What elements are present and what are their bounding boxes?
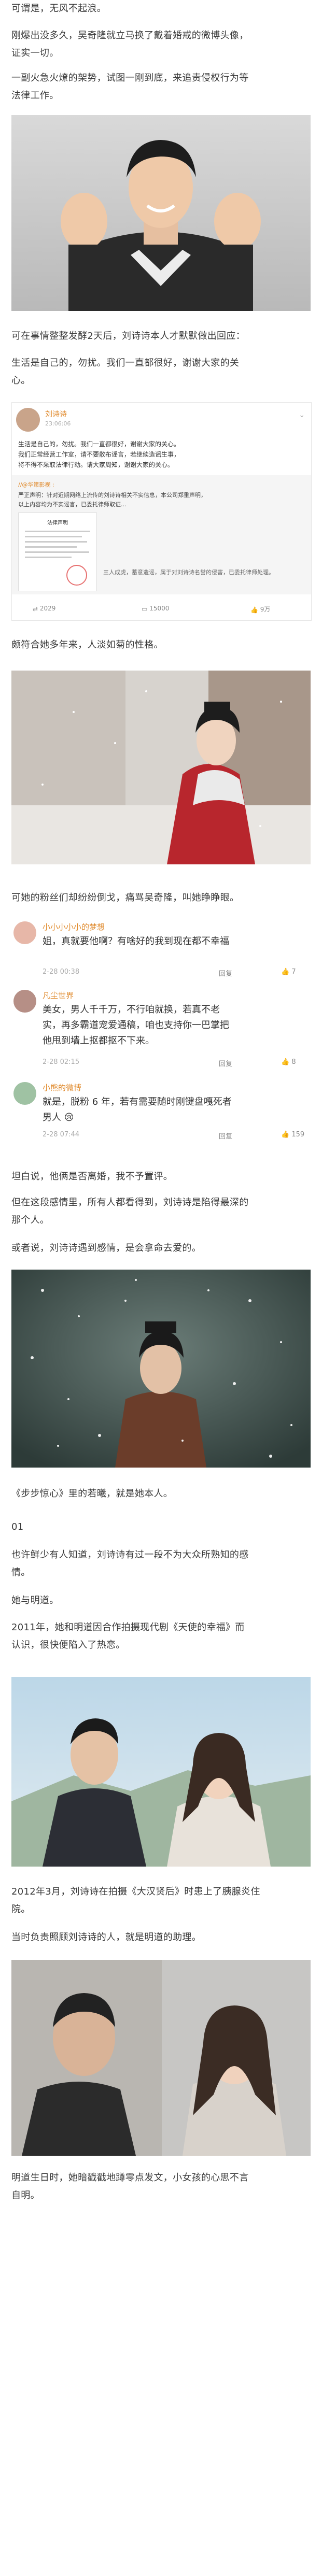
paragraph: 《步步惊心》里的若曦，就是她本人。 — [11, 1488, 173, 1499]
paragraph: 院。 — [11, 1904, 31, 1915]
thumbs-up-icon: 👍 — [281, 1131, 290, 1138]
comment-username[interactable]: 凡尘世界 — [43, 990, 74, 1001]
red-seal — [66, 565, 87, 586]
document-title: 法律声明 — [47, 520, 68, 526]
paragraph: 可她的粉丝们却纷纷倒戈，痛骂吴奇隆，叫她睁睁眼。 — [11, 892, 240, 903]
like-count: 9万 — [260, 606, 271, 613]
paragraph: 或者说，刘诗诗遇到感情，是会拿命去爱的。 — [11, 1243, 201, 1254]
reply-button[interactable]: 回复 — [219, 1131, 232, 1141]
thumbs-up-icon: 👍 — [281, 968, 290, 976]
legal-statement-document[interactable]: 法律声明 — [18, 513, 97, 591]
photo-man-celebrating — [11, 115, 311, 311]
repost-count: 2029 — [39, 605, 56, 612]
repost-more-text: 三人成虎，蓄意造谣，属于对刘诗诗名誉的侵害，已委托律师处理。 — [103, 569, 274, 576]
paragraph: 认识，很快便陷入了热恋。 — [11, 1640, 125, 1650]
paragraph: 2011年，她和明道因合作拍摄现代剧《天使的幸福》而 — [11, 1622, 245, 1633]
paragraph: 自明。 — [11, 2190, 40, 2201]
repost-author[interactable]: //@华策影视 : — [18, 480, 54, 489]
post-text-line: 生活是自己的，勿扰。我们一直都很好，谢谢大家的关心。 — [18, 440, 180, 448]
comment-item: 小熊的微博 就是，脱粉 6 年，若有需要随时刚键盘嘎死者 男人 😢 2-28 0… — [11, 1079, 311, 1151]
repost-button[interactable]: ⇄ 2029 — [33, 605, 55, 613]
paragraph: 情。 — [11, 1567, 31, 1578]
paragraph: 2012年3月，刘诗诗在拍摄《大汉贤后》时患上了胰腺炎住 — [11, 1886, 260, 1897]
photo-two-people-closeup — [11, 1960, 311, 2156]
thumbs-up-icon: 👍 — [250, 606, 258, 614]
crying-emoji-icon: 😢 — [64, 1112, 74, 1123]
reposted-content[interactable]: //@华策影视 : 严正声明：针对近期网络上流传的刘诗诗相关不实信息，本公司郑重… — [12, 475, 311, 594]
paragraph: 那个人。 — [11, 1215, 50, 1226]
repost-icon: ⇄ — [33, 605, 38, 613]
comment-item: 小小小小小的梦想 姐，真就要他啊？有啥好的我到现在都不幸福 2-28 00:38… — [11, 918, 311, 984]
comment-count: 15000 — [149, 605, 170, 612]
avatar[interactable] — [16, 408, 40, 432]
paragraph: 心。 — [11, 375, 31, 386]
comment-like-button[interactable]: 👍 8 — [281, 1058, 296, 1066]
paragraph: 法律工作。 — [11, 90, 59, 101]
weibo-post-card: 刘诗诗 23:06:06 ⌄ 生活是自己的，勿扰。我们一直都很好，谢谢大家的关心… — [11, 402, 312, 621]
repost-text: 以上内容均为不实谣言，已委托律师取证... — [18, 501, 127, 508]
comment-text: 他甩到墙上抠都抠不下来。 — [43, 1035, 155, 1046]
comment-time: 2-28 02:15 — [43, 1058, 80, 1066]
avatar[interactable] — [13, 990, 36, 1013]
comment-like-count: 8 — [291, 1058, 296, 1066]
post-text-line: 将不得不采取法律行动。请大家周知，谢谢大家的关心。 — [18, 461, 174, 468]
photo-period-drama-snow — [11, 671, 311, 864]
comment-like-count: 7 — [291, 968, 296, 976]
section-number: 01 — [11, 1521, 24, 1532]
comment-button[interactable]: ▭ 15000 — [142, 605, 169, 613]
comment-like-button[interactable]: 👍 159 — [281, 1131, 304, 1138]
paragraph: 明道生日时，她暗戳戳地蹲零点发文，小女孩的心思不言 — [11, 2172, 249, 2183]
chevron-down-icon[interactable]: ⌄ — [299, 411, 305, 419]
photo-couple-outdoor — [11, 1677, 311, 1867]
thumbs-up-icon: 👍 — [281, 1058, 290, 1066]
paragraph: 可在事情整整发酵2天后，刘诗诗本人才默默做出回应： — [11, 331, 245, 341]
comment-text: 美女，男人千千万，不行咱就换，若真不老 — [43, 1004, 220, 1015]
reply-button[interactable]: 回复 — [219, 1058, 232, 1068]
comment-like-count: 159 — [291, 1131, 305, 1138]
paragraph: 证实一切。 — [11, 48, 59, 59]
comment-username[interactable]: 小熊的微博 — [43, 1082, 81, 1093]
paragraph: 刚爆出没多久，吴奇隆就立马换了戴着婚戒的微博头像， — [11, 30, 249, 41]
comment-text: 实，再多霸道宠爱通稿，咱也支持你一巴掌把 — [43, 1020, 229, 1031]
paragraph: 坦白说，他俩是否离婚，我不予置评。 — [11, 1171, 173, 1182]
comment-text: 男人 😢 — [43, 1112, 74, 1123]
comment-time: 2-28 00:38 — [43, 968, 80, 976]
photo-woman-in-snow — [11, 1270, 311, 1468]
post-text-line: 我们正常经营工作室，请不要散布谣言，若继续造谣生事， — [18, 451, 180, 458]
post-username[interactable]: 刘诗诗 — [45, 409, 67, 419]
paragraph: 颇符合她多年来，人淡如菊的性格。 — [11, 639, 163, 650]
paragraph: 生活是自己的，勿扰。我们一直都很好，谢谢大家的关 — [11, 358, 240, 368]
comment-time: 2-28 07:44 — [43, 1131, 80, 1138]
avatar[interactable] — [13, 1082, 36, 1105]
comment-text: 姐，真就要他啊？有啥好的我到现在都不幸福 — [43, 936, 229, 947]
comment-text: 就是，脱粉 6 年，若有需要随时刚键盘嘎死者 — [43, 1097, 232, 1107]
repost-text: 严正声明：针对近期网络上流传的刘诗诗相关不实信息，本公司郑重声明， — [18, 492, 206, 499]
avatar[interactable] — [13, 921, 36, 944]
paragraph: 也许鲜少有人知道，刘诗诗有过一段不为大众所熟知的感 — [11, 1549, 249, 1560]
comment-list: 小小小小小的梦想 姐，真就要他啊？有啥好的我到现在都不幸福 2-28 00:38… — [11, 918, 311, 1157]
post-time: 23:06:06 — [45, 420, 71, 427]
like-button[interactable]: 👍 9万 — [250, 605, 270, 614]
comment-item: 凡尘世界 美女，男人千千万，不行咱就换，若真不老 实，再多霸道宠爱通稿，咱也支持… — [11, 987, 311, 1075]
comment-icon: ▭ — [142, 605, 148, 613]
paragraph: 当时负责照顾刘诗诗的人，就是明道的助理。 — [11, 1932, 201, 1943]
paragraph: 她与明道。 — [11, 1595, 59, 1606]
comment-username[interactable]: 小小小小小的梦想 — [43, 921, 105, 932]
comment-like-button[interactable]: 👍 7 — [281, 968, 296, 976]
paragraph: 但在这段感情里，所有人都看得到，刘诗诗是陷得最深的 — [11, 1197, 249, 1208]
paragraph: 可谓是，无风不起浪。 — [11, 3, 106, 14]
paragraph: 一副火急火燎的架势，试图一刚到底，来追责侵权行为等 — [11, 73, 249, 83]
reply-button[interactable]: 回复 — [219, 968, 232, 978]
